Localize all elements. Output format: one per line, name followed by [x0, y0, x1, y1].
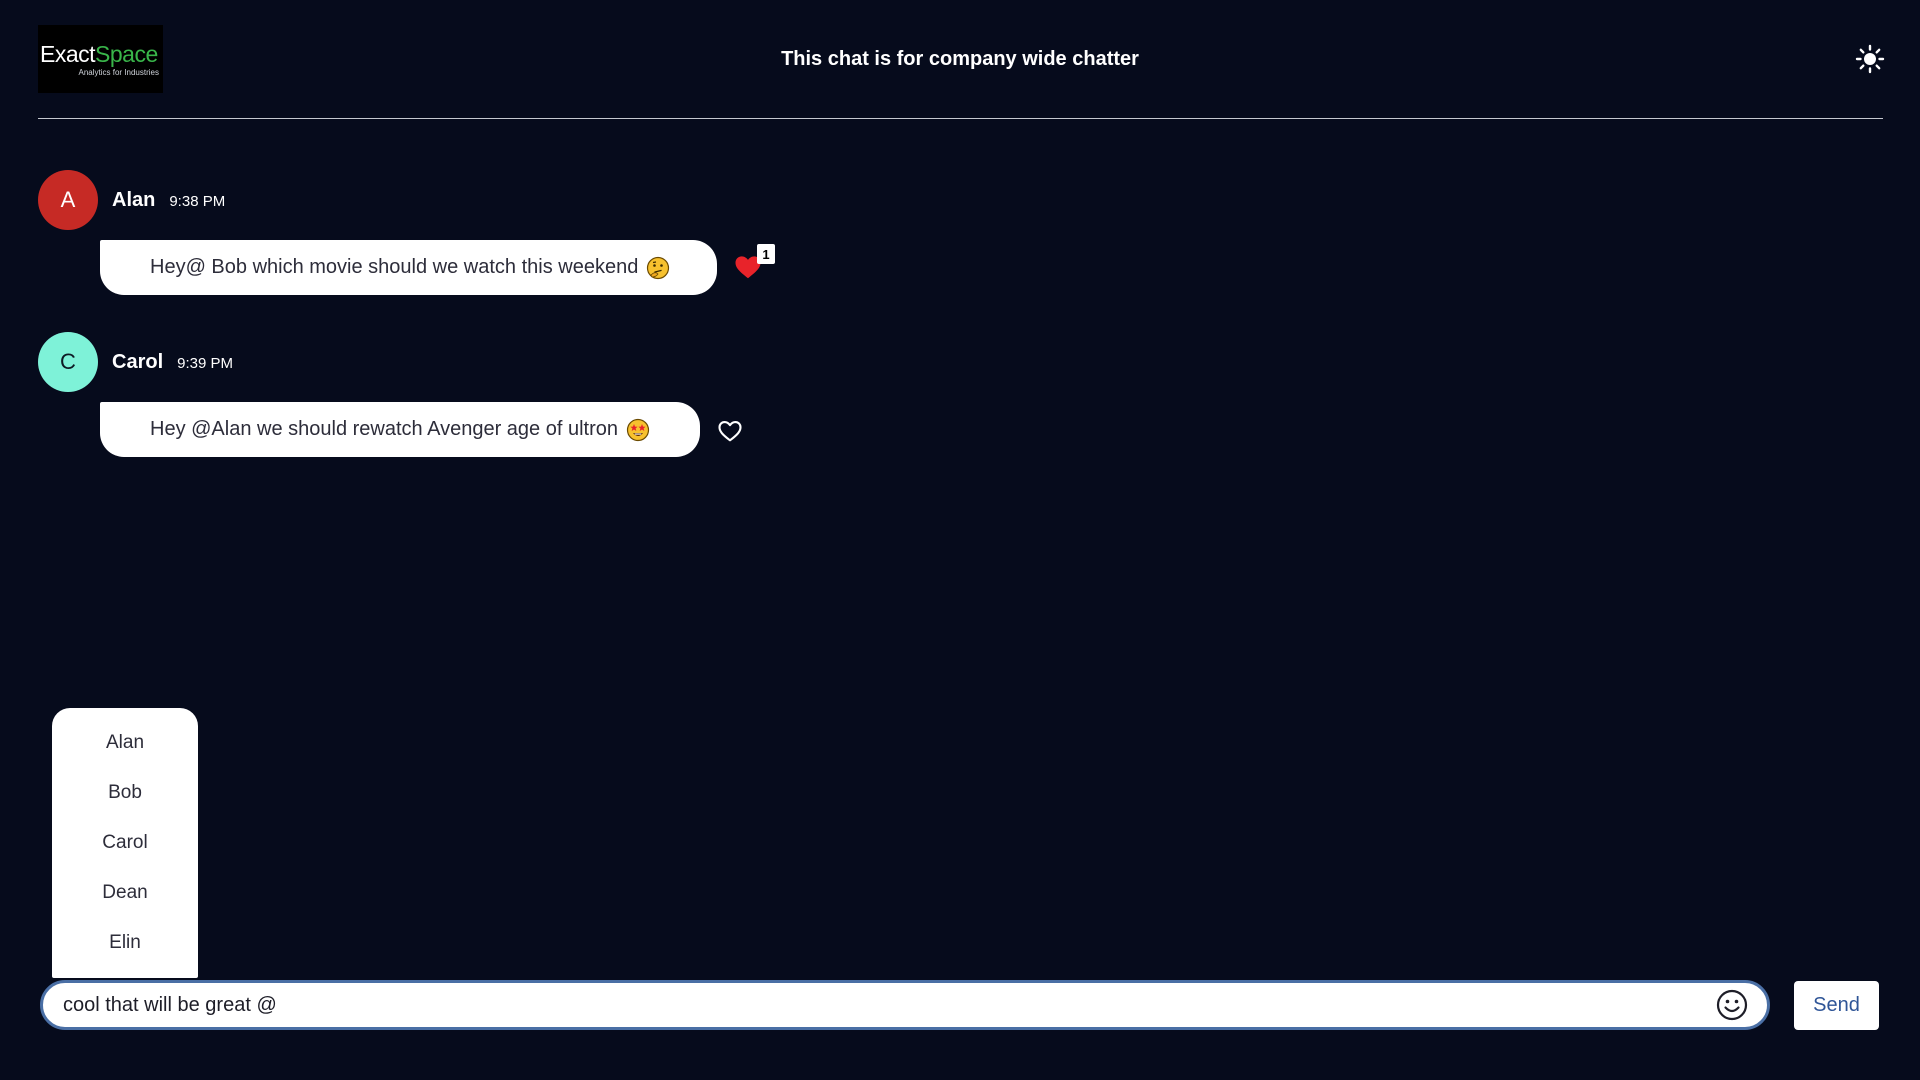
message-input[interactable] [43, 984, 1715, 1026]
message-bubble: Hey @Alan we should rewatch Avenger age … [100, 402, 700, 457]
message-bubble: Hey@ Bob which movie should we watch thi… [100, 240, 717, 295]
avatar-initial: C [60, 349, 76, 374]
message-text: Hey@ Bob which movie should we watch thi… [150, 256, 639, 278]
mention-option-carol[interactable]: Carol [52, 818, 198, 868]
header-divider [38, 118, 1883, 119]
mention-option-dean[interactable]: Dean [52, 868, 198, 918]
theme-toggle-sun-icon[interactable] [1855, 44, 1885, 74]
like-heart-outline-icon[interactable] [716, 417, 744, 445]
mention-option-alan[interactable]: Alan [52, 718, 198, 768]
message-meta: Carol 9:39 PM [112, 351, 233, 374]
message-time: 9:39 PM [177, 355, 233, 372]
mention-option-elin[interactable]: Elin [52, 918, 198, 968]
send-button[interactable]: Send [1794, 981, 1879, 1030]
emoji-picker-smiley-icon[interactable] [1715, 988, 1749, 1022]
mention-suggestions-dropdown: Alan Bob Carol Dean Elin [52, 708, 198, 978]
message-text: Hey @Alan we should rewatch Avenger age … [150, 418, 618, 440]
star-struck-emoji-icon [626, 418, 650, 442]
message-meta: Alan 9:38 PM [112, 189, 225, 212]
chat-app: ExactSpace Analytics for Industries This… [0, 0, 1920, 1080]
avatar: C [38, 332, 98, 392]
author-name: Carol [112, 351, 164, 373]
message-time: 9:38 PM [169, 193, 226, 210]
thinking-face-emoji-icon [646, 256, 670, 280]
avatar-initial: A [60, 187, 76, 212]
chat-title: This chat is for company wide chatter [781, 48, 1139, 70]
author-name: Alan [112, 189, 156, 211]
message-composer [40, 980, 1770, 1030]
like-count-badge: 1 [757, 244, 775, 264]
mention-option-bob[interactable]: Bob [52, 768, 198, 818]
avatar: A [38, 170, 98, 230]
